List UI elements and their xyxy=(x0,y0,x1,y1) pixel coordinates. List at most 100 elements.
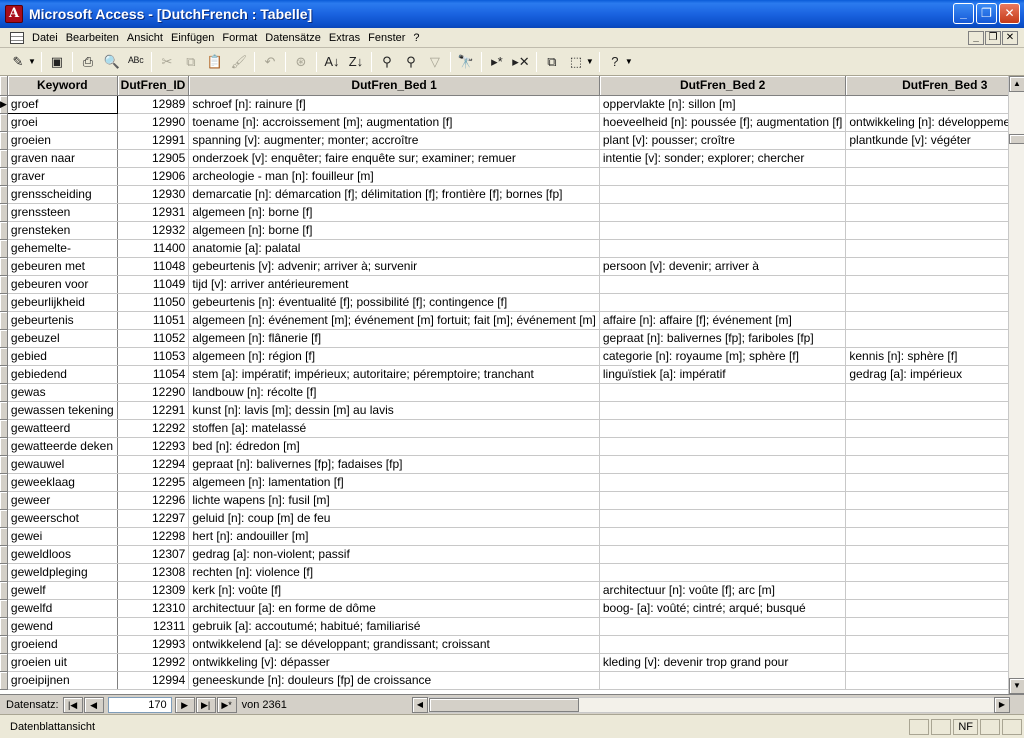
cell-keyword[interactable]: gebeurtenis xyxy=(7,311,118,330)
cell-id[interactable]: 12292 xyxy=(117,419,190,438)
cell-bed1[interactable]: gebeurtenis [v]: advenir; arriver à; sur… xyxy=(188,257,600,276)
cell-bed3[interactable] xyxy=(845,509,1008,528)
record-selector[interactable] xyxy=(0,221,8,240)
cell-keyword[interactable]: groeien uit xyxy=(7,653,118,672)
cell-bed1[interactable]: stoffen [a]: matelassé xyxy=(188,419,600,438)
cell-id[interactable]: 12993 xyxy=(117,635,190,654)
cell-bed1[interactable]: geneeskunde [n]: douleurs [fp] de croiss… xyxy=(188,671,600,690)
record-selector[interactable] xyxy=(0,599,8,618)
cell-id[interactable]: 12989 xyxy=(117,95,190,114)
new-record-button[interactable]: ▶* xyxy=(216,696,237,713)
table-row[interactable]: graver 12906 archeologie - man [n]: fouill… xyxy=(0,167,1008,186)
cell-bed1[interactable]: algemeen [n]: région [f] xyxy=(188,347,600,366)
cell-bed3[interactable] xyxy=(845,455,1008,474)
record-selector[interactable] xyxy=(0,455,8,474)
cell-keyword[interactable]: gebeuren voor xyxy=(7,275,118,294)
cell-keyword[interactable]: gehemelte- xyxy=(7,239,118,258)
table-row[interactable]: gewassen tekening 12291 kunst [n]: lavis [… xyxy=(0,401,1008,420)
cell-id[interactable]: 12311 xyxy=(117,617,190,636)
record-selector[interactable] xyxy=(0,167,8,186)
cell-bed1[interactable]: toename [n]: accroissement [m]; augmenta… xyxy=(188,113,600,132)
cell-id[interactable]: 12992 xyxy=(117,653,190,672)
cell-bed3[interactable] xyxy=(845,257,1008,276)
cell-bed3[interactable] xyxy=(845,599,1008,618)
cell-bed2[interactable] xyxy=(599,527,847,546)
cell-bed1[interactable]: bed [n]: édredon [m] xyxy=(188,437,600,456)
column-header-keyword[interactable]: Keyword xyxy=(7,76,118,96)
cell-bed2[interactable] xyxy=(599,167,847,186)
cell-id[interactable]: 12296 xyxy=(117,491,190,510)
cell-bed3[interactable] xyxy=(845,167,1008,186)
cell-keyword[interactable]: geweer xyxy=(7,491,118,510)
record-selector[interactable] xyxy=(0,383,8,402)
record-selector[interactable] xyxy=(0,491,8,510)
horizontal-scroll-thumb[interactable] xyxy=(429,698,579,712)
cell-keyword[interactable]: groeien xyxy=(7,131,118,150)
cell-keyword[interactable]: grensteken xyxy=(7,221,118,240)
save-icon[interactable]: ▣ xyxy=(46,51,68,73)
record-selector[interactable] xyxy=(0,347,8,366)
cell-keyword[interactable]: geweldpleging xyxy=(7,563,118,582)
cell-id[interactable]: 12990 xyxy=(117,113,190,132)
scroll-left-button[interactable]: ◀ xyxy=(412,697,428,713)
cell-bed3[interactable] xyxy=(845,239,1008,258)
table-row[interactable]: gewei 12298 hert [n]: andouiller [m] xyxy=(0,527,1008,546)
cell-bed3[interactable] xyxy=(845,329,1008,348)
datasheet-icon[interactable] xyxy=(10,31,24,44)
cell-bed2[interactable]: boog- [a]: voûté; cintré; arqué; busqué xyxy=(599,599,847,618)
cell-bed3[interactable] xyxy=(845,311,1008,330)
record-selector[interactable]: ▶ xyxy=(0,95,8,114)
find-icon[interactable]: 🔭 xyxy=(455,51,477,73)
next-record-button[interactable]: ▶ xyxy=(174,696,195,713)
cell-bed3[interactable] xyxy=(845,275,1008,294)
cell-id[interactable]: 12294 xyxy=(117,455,190,474)
cell-keyword[interactable]: gebiedend xyxy=(7,365,118,384)
record-selector[interactable] xyxy=(0,149,8,168)
cell-bed2[interactable] xyxy=(599,401,847,420)
cell-bed3[interactable] xyxy=(845,671,1008,690)
record-selector[interactable] xyxy=(0,113,8,132)
record-selector[interactable] xyxy=(0,527,8,546)
cell-bed3[interactable] xyxy=(845,491,1008,510)
table-row[interactable]: gebeuren met 11048 gebeurtenis [v]: adveni… xyxy=(0,257,1008,276)
cell-keyword[interactable]: gebeurlijkheid xyxy=(7,293,118,312)
filter-by-form-icon[interactable]: ⚲ xyxy=(400,51,422,73)
cell-keyword[interactable]: gewas xyxy=(7,383,118,402)
cell-bed2[interactable] xyxy=(599,437,847,456)
cell-keyword[interactable]: gewauwel xyxy=(7,455,118,474)
record-selector[interactable] xyxy=(0,311,8,330)
scroll-down-button[interactable]: ▼ xyxy=(1009,678,1024,694)
record-selector[interactable] xyxy=(0,203,8,222)
cell-bed1[interactable]: landbouw [n]: récolte [f] xyxy=(188,383,600,402)
cell-bed3[interactable] xyxy=(845,203,1008,222)
record-selector[interactable] xyxy=(0,131,8,150)
record-selector[interactable] xyxy=(0,473,8,492)
cell-bed2[interactable]: categorie [n]: royaume [m]; sphère [f] xyxy=(599,347,847,366)
properties-icon[interactable]: ⧉ xyxy=(541,51,563,73)
cell-bed3[interactable] xyxy=(845,293,1008,312)
table-row[interactable]: grensteken 12932 algemeen [n]: borne [f] xyxy=(0,221,1008,240)
format-painter-icon[interactable]: 🖌 xyxy=(228,51,250,73)
vertical-scrollbar[interactable]: ▲ ▼ xyxy=(1008,76,1024,694)
cell-bed2[interactable]: architectuur [n]: voûte [f]; arc [m] xyxy=(599,581,847,600)
cell-bed2[interactable] xyxy=(599,491,847,510)
record-selector[interactable] xyxy=(0,185,8,204)
scroll-up-button[interactable]: ▲ xyxy=(1009,76,1024,92)
cell-id[interactable]: 12297 xyxy=(117,509,190,528)
cell-bed2[interactable] xyxy=(599,293,847,312)
cell-id[interactable]: 11054 xyxy=(117,365,190,384)
cell-bed1[interactable]: hert [n]: andouiller [m] xyxy=(188,527,600,546)
cell-bed3[interactable] xyxy=(845,419,1008,438)
table-row[interactable]: graven naar 12905 onderzoek [v]: enquêter;… xyxy=(0,149,1008,168)
cell-bed3[interactable] xyxy=(845,473,1008,492)
cell-keyword[interactable]: groei xyxy=(7,113,118,132)
cell-id[interactable]: 12309 xyxy=(117,581,190,600)
cell-bed3[interactable] xyxy=(845,185,1008,204)
cell-id[interactable]: 12307 xyxy=(117,545,190,564)
previous-record-button[interactable]: ◀ xyxy=(83,696,104,713)
table-row[interactable]: geweldpleging 12308 rechten [n]: violence … xyxy=(0,563,1008,582)
cell-keyword[interactable]: gewei xyxy=(7,527,118,546)
cell-bed2[interactable] xyxy=(599,203,847,222)
cell-bed1[interactable]: gebruik [a]: accoutumé; habitué; familia… xyxy=(188,617,600,636)
cell-bed2[interactable] xyxy=(599,275,847,294)
